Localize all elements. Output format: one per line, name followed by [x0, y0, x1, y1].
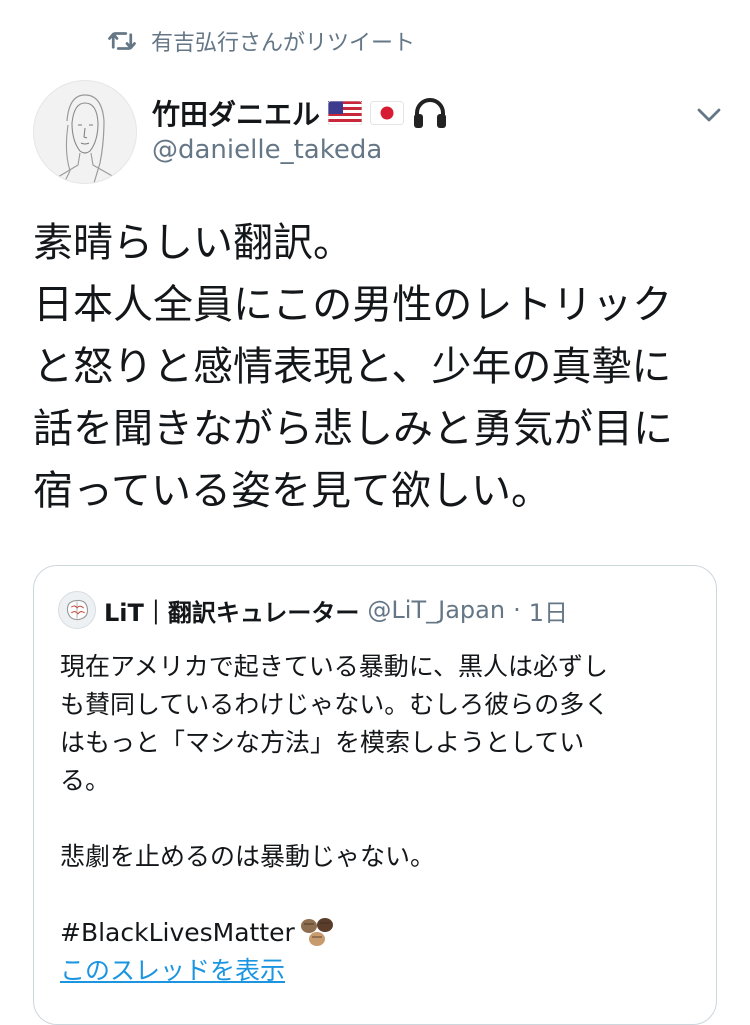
quote-line: 現在アメリカで起きている暴動に、黒人は必ずし — [60, 652, 609, 681]
author-handle[interactable]: @danielle_takeda — [152, 135, 448, 165]
avatar-sketch — [57, 94, 115, 183]
tweet-text: 素晴らしい翻訳。 日本人全員にこの男性のレトリック と怒りと感情表現と、少年の真… — [33, 212, 723, 522]
retweet-icon — [108, 32, 136, 50]
quote-display-name[interactable]: LiT｜翻訳キュレーター — [104, 593, 359, 628]
retweet-text[interactable]: 有吉弘行さんがリツイート — [151, 25, 415, 57]
quote-line: も賛同しているわけじゃない。むしろ彼らの多く — [60, 690, 610, 719]
quote-header: LiT｜翻訳キュレーター @LiT_Japan · 1日 — [58, 588, 568, 632]
quote-line: はもっと「マシな方法」を模索しようとしてい — [60, 728, 585, 757]
author-info: 竹田ダニエル @danielle_takeda — [152, 95, 448, 165]
quote-line — [60, 876, 690, 914]
quote-line — [60, 800, 690, 838]
display-name[interactable]: 竹田ダニエル — [152, 93, 320, 133]
japan-flag-icon — [370, 101, 404, 125]
show-thread-row: このスレッドを表示 — [60, 952, 690, 990]
tweet-line: 日本人全員にこの男性のレトリック — [33, 282, 673, 328]
tweet-line: 宿っている姿を見て欲しい。 — [33, 468, 551, 514]
hashtag-row: #BlackLivesMatter — [60, 914, 690, 952]
hashtag[interactable]: #BlackLivesMatter — [60, 914, 295, 952]
chevron-down-icon[interactable] — [694, 100, 724, 130]
author-name-row: 竹田ダニエル — [152, 95, 448, 131]
headphones-icon — [414, 98, 447, 128]
tweet-line: 話を聞きながら悲しみと勇気が目に — [33, 406, 673, 452]
quote-timestamp[interactable]: 1日 — [529, 593, 568, 628]
raised-fists-icon — [300, 918, 333, 946]
quoted-tweet[interactable]: LiT｜翻訳キュレーター @LiT_Japan · 1日 現在アメリカで起きてい… — [33, 565, 717, 1025]
quote-avatar[interactable] — [58, 591, 96, 629]
author-avatar[interactable] — [33, 80, 137, 184]
show-thread-link[interactable]: このスレッドを表示 — [60, 956, 285, 985]
quote-body: 現在アメリカで起きている暴動に、黒人は必ずし も賛同しているわけじゃない。むしろ… — [60, 648, 690, 990]
quote-separator: · — [513, 596, 521, 624]
retweet-context: 有吉弘行さんがリツイート — [107, 26, 415, 56]
quote-avatar-brain — [66, 599, 89, 621]
tweet-line: と怒りと感情表現と、少年の真摯に — [33, 344, 672, 390]
quote-line: 悲劇を止めるのは暴動じゃない。 — [60, 842, 436, 871]
quote-handle[interactable]: @LiT_Japan — [367, 596, 505, 624]
us-flag-icon — [328, 101, 363, 125]
tweet-line: 素晴らしい翻訳。 — [33, 220, 353, 266]
quote-line: る。 — [60, 766, 111, 795]
